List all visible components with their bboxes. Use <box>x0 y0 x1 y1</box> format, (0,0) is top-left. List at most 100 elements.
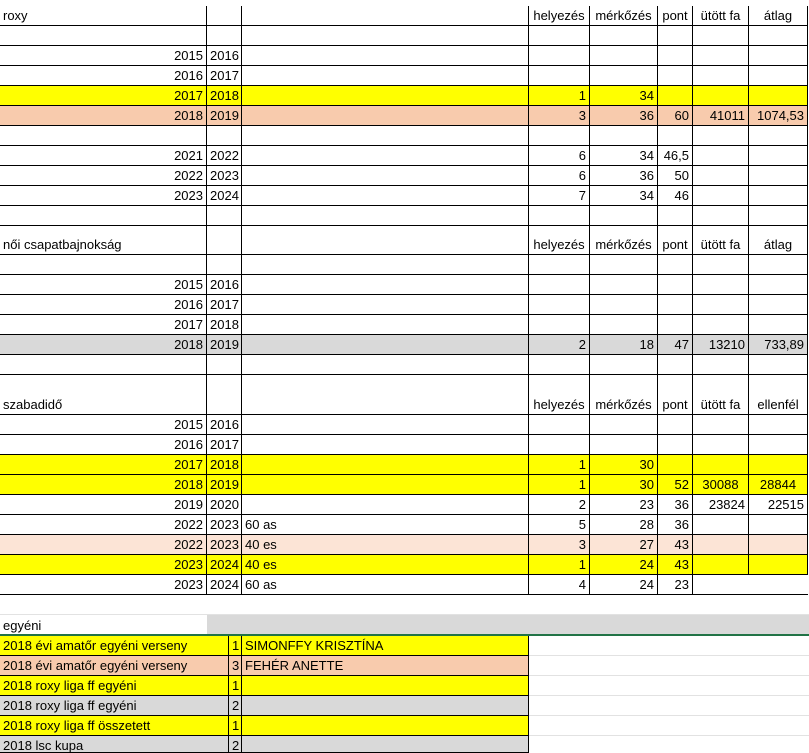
ellenfel-value[interactable]: 28844 <box>749 475 808 495</box>
cell[interactable] <box>590 355 658 375</box>
utott-fa-value[interactable] <box>693 415 749 435</box>
utott-fa-value[interactable]: 13210 <box>693 335 749 355</box>
year-start[interactable]: 2016 <box>0 295 207 315</box>
noi-title[interactable]: női csapatbajnokság <box>0 226 207 255</box>
event-name[interactable]: 2018 évi amatőr egyéni verseny <box>0 656 229 676</box>
pont-value[interactable]: 50 <box>658 166 693 186</box>
year-start[interactable]: 2017 <box>0 86 207 106</box>
cell[interactable] <box>242 46 529 66</box>
cell[interactable] <box>693 26 749 46</box>
cell[interactable] <box>749 206 808 226</box>
cell[interactable] <box>207 226 242 255</box>
merkozes-value[interactable]: 36 <box>590 166 658 186</box>
year-end[interactable]: 2023 <box>207 166 242 186</box>
helyezes-value[interactable]: 5 <box>529 515 590 535</box>
atlag-value[interactable] <box>749 146 808 166</box>
year-start[interactable]: 2018 <box>0 475 207 495</box>
helyezes-value[interactable]: 2 <box>529 335 590 355</box>
cell[interactable] <box>207 255 242 275</box>
atlag-value[interactable]: 733,89 <box>749 335 808 355</box>
year-end[interactable]: 2018 <box>207 86 242 106</box>
merkozes-value[interactable]: 18 <box>590 335 658 355</box>
header-merkozes[interactable]: mérkőzés <box>590 6 658 26</box>
year-start[interactable]: 2023 <box>0 186 207 206</box>
year-end[interactable]: 2024 <box>207 575 242 595</box>
utott-fa-value[interactable] <box>693 515 749 535</box>
utott-fa-value[interactable] <box>693 455 749 475</box>
pont-value[interactable]: 60 <box>658 106 693 126</box>
year-start[interactable]: 2021 <box>0 146 207 166</box>
player-name[interactable] <box>242 736 529 753</box>
cell[interactable] <box>749 255 808 275</box>
cell[interactable] <box>0 26 207 46</box>
utott-fa-value[interactable] <box>693 86 749 106</box>
year-end[interactable]: 2023 <box>207 535 242 555</box>
helyezes-value[interactable] <box>529 66 590 86</box>
pont-value[interactable] <box>658 415 693 435</box>
merkozes-value[interactable]: 28 <box>590 515 658 535</box>
utott-fa-value[interactable]: 23824 <box>693 495 749 515</box>
atlag-value[interactable]: 1074,53 <box>749 106 808 126</box>
merkozes-value[interactable] <box>590 315 658 335</box>
utott-fa-value[interactable] <box>693 555 749 575</box>
note-cell[interactable]: 60 as <box>242 515 529 535</box>
merkozes-value[interactable]: 36 <box>590 106 658 126</box>
player-name[interactable] <box>242 716 529 736</box>
cell[interactable] <box>242 186 529 206</box>
event-name[interactable]: 2018 roxy liga ff egyéni <box>0 696 229 716</box>
ellenfel-value[interactable] <box>749 435 808 455</box>
header-helyezes[interactable]: helyezés <box>529 375 590 415</box>
cell[interactable] <box>207 206 242 226</box>
cell[interactable] <box>207 126 242 146</box>
helyezes-value[interactable]: 3 <box>529 106 590 126</box>
pont-value[interactable] <box>658 66 693 86</box>
pont-value[interactable]: 47 <box>658 335 693 355</box>
merkozes-value[interactable] <box>590 415 658 435</box>
cell[interactable] <box>529 126 590 146</box>
place-value[interactable]: 2 <box>229 736 242 753</box>
header-pont[interactable]: pont <box>658 6 693 26</box>
year-start[interactable]: 2016 <box>0 66 207 86</box>
player-name[interactable] <box>242 696 529 716</box>
year-start[interactable]: 2015 <box>0 415 207 435</box>
year-end[interactable]: 2016 <box>207 415 242 435</box>
cell[interactable] <box>529 255 590 275</box>
cell[interactable] <box>590 26 658 46</box>
cell[interactable] <box>242 315 529 335</box>
cell[interactable] <box>242 106 529 126</box>
year-end[interactable]: 2020 <box>207 495 242 515</box>
cell[interactable] <box>658 126 693 146</box>
cell[interactable] <box>693 126 749 146</box>
player-name[interactable]: FEHÉR ANETTE <box>242 656 529 676</box>
year-start[interactable]: 2018 <box>0 106 207 126</box>
place-value[interactable]: 3 <box>229 656 242 676</box>
header-merkozes[interactable]: mérkőzés <box>590 226 658 255</box>
merkozes-value[interactable]: 34 <box>590 86 658 106</box>
year-start[interactable]: 2022 <box>0 166 207 186</box>
atlag-value[interactable] <box>749 315 808 335</box>
cell[interactable] <box>0 255 207 275</box>
helyezes-value[interactable]: 1 <box>529 555 590 575</box>
pont-value[interactable]: 43 <box>658 555 693 575</box>
helyezes-value[interactable] <box>529 46 590 66</box>
cell[interactable] <box>749 26 808 46</box>
year-end[interactable]: 2016 <box>207 46 242 66</box>
cell[interactable] <box>0 126 207 146</box>
player-name[interactable] <box>242 676 529 696</box>
pont-value[interactable]: 43 <box>658 535 693 555</box>
utott-fa-value[interactable] <box>693 186 749 206</box>
atlag-value[interactable] <box>749 46 808 66</box>
year-end[interactable]: 2019 <box>207 475 242 495</box>
year-end[interactable]: 2018 <box>207 455 242 475</box>
cell[interactable] <box>529 355 590 375</box>
cell[interactable] <box>242 375 529 415</box>
merkozes-value[interactable] <box>590 275 658 295</box>
helyezes-value[interactable] <box>529 295 590 315</box>
note-cell[interactable] <box>242 435 529 455</box>
cell[interactable] <box>658 26 693 46</box>
pont-value[interactable] <box>658 435 693 455</box>
year-start[interactable]: 2022 <box>0 515 207 535</box>
merkozes-value[interactable]: 23 <box>590 495 658 515</box>
cell[interactable] <box>242 355 529 375</box>
header-atlag[interactable]: átlag <box>749 6 808 26</box>
